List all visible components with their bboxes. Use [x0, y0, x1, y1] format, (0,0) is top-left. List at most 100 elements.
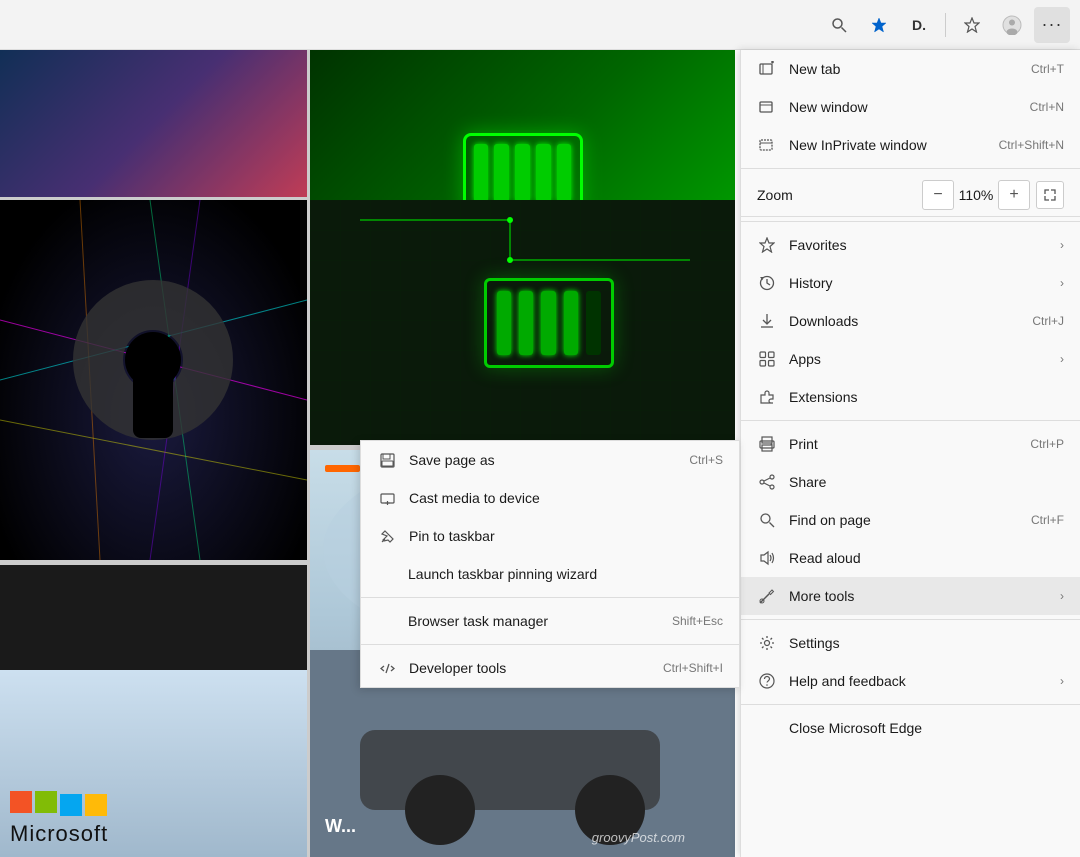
main-menu: New tab Ctrl+T New window Ctrl+N New InP… [740, 50, 1080, 857]
menu-history[interactable]: History › [741, 264, 1080, 302]
ms-yellow-square [85, 794, 107, 816]
print-label: Print [789, 436, 1030, 452]
newtab-icon [757, 59, 777, 79]
groovy-watermark: groovyPost.com [592, 830, 685, 845]
inprivate-label: New InPrivate window [789, 137, 999, 153]
history-label: History [789, 275, 1052, 291]
tile-microsoft: Microsoft [0, 670, 307, 857]
print-shortcut: Ctrl+P [1030, 437, 1064, 451]
zoom-label: Zoom [757, 187, 922, 203]
find-icon [757, 510, 777, 530]
menu-new-tab[interactable]: New tab Ctrl+T [741, 50, 1080, 88]
dev-tools-shortcut: Ctrl+Shift+I [663, 661, 723, 675]
menu-apps[interactable]: Apps › [741, 340, 1080, 378]
more-tools-button[interactable]: ··· [1034, 7, 1070, 43]
browser-toolbar: D. ··· [0, 0, 1080, 50]
submenu-task-manager[interactable]: Browser task manager Shift+Esc [361, 602, 739, 640]
more-tools-chevron: › [1060, 589, 1064, 603]
submenu-cast[interactable]: Cast media to device [361, 479, 739, 517]
downloads-icon [757, 311, 777, 331]
cast-icon [377, 488, 397, 508]
toolbar-divider [945, 13, 946, 37]
zoom-expand-button[interactable] [1036, 181, 1064, 209]
tile-howto: HOW-TO How to Check the Battery Percenta… [310, 200, 735, 445]
profile-button[interactable] [994, 7, 1030, 43]
close-edge-label: Close Microsoft Edge [789, 720, 1064, 736]
collections-button[interactable]: D. [901, 7, 937, 43]
share-icon [757, 472, 777, 492]
tile-keyhole [0, 200, 307, 560]
menu-downloads[interactable]: Downloads Ctrl+J [741, 302, 1080, 340]
new-window-shortcut: Ctrl+N [1030, 100, 1064, 114]
more-tools-submenu: Save page as Ctrl+S Cast media to device… [360, 440, 740, 688]
menu-divider-3 [741, 420, 1080, 421]
inprivate-shortcut: Ctrl+Shift+N [999, 138, 1064, 152]
menu-settings[interactable]: Settings [741, 624, 1080, 662]
submenu-launch-wizard[interactable]: Launch taskbar pinning wizard [361, 555, 739, 593]
pin-icon [377, 526, 397, 546]
menu-close-edge[interactable]: Close Microsoft Edge [741, 709, 1080, 747]
dev-tools-label: Developer tools [409, 660, 663, 676]
apps-icon [757, 349, 777, 369]
favorites-chevron: › [1060, 238, 1064, 252]
share-label: Share [789, 474, 1064, 490]
launch-wizard-label: Launch taskbar pinning wizard [408, 566, 723, 582]
menu-new-window[interactable]: New window Ctrl+N [741, 88, 1080, 126]
pin-taskbar-label: Pin to taskbar [409, 528, 723, 544]
task-manager-shortcut: Shift+Esc [672, 614, 723, 628]
ms-green-square [35, 791, 57, 813]
save-page-label: Save page as [409, 452, 689, 468]
cast-label: Cast media to device [409, 490, 723, 506]
extensions-icon [757, 387, 777, 407]
menu-divider-2 [741, 221, 1080, 222]
menu-share[interactable]: Share [741, 463, 1080, 501]
new-window-label: New window [789, 99, 1030, 115]
menu-divider-4 [741, 619, 1080, 620]
save-page-shortcut: Ctrl+S [689, 453, 723, 467]
microsoft-logo [10, 791, 297, 816]
more-tools-label: More tools [789, 588, 1052, 604]
favorites-label: Favorites [789, 237, 1052, 253]
ms-red-square [10, 791, 32, 813]
settings-icon [757, 633, 777, 653]
menu-help[interactable]: Help and feedback › [741, 662, 1080, 700]
settings-label: Settings [789, 635, 1064, 651]
help-chevron: › [1060, 674, 1064, 688]
history-icon [757, 273, 777, 293]
newwindow-icon [757, 97, 777, 117]
devtools-icon [377, 658, 397, 678]
microsoft-label: Microsoft [10, 821, 297, 847]
apps-label: Apps [789, 351, 1052, 367]
apps-chevron: › [1060, 352, 1064, 366]
zoom-minus-button[interactable]: − [922, 180, 954, 210]
tile-dark [0, 50, 307, 197]
menu-read-aloud[interactable]: Read aloud [741, 539, 1080, 577]
inprivate-icon [757, 135, 777, 155]
task-manager-label: Browser task manager [408, 613, 672, 629]
toolbar-right: D. ··· [821, 7, 1070, 43]
favorites-icon [757, 235, 777, 255]
menu-find-on-page[interactable]: Find on page Ctrl+F [741, 501, 1080, 539]
downloads-label: Downloads [789, 313, 1032, 329]
favorites-button[interactable] [861, 7, 897, 43]
zoom-controls: − 110% + [922, 180, 1064, 210]
menu-print[interactable]: Print Ctrl+P [741, 425, 1080, 463]
submenu-save-page[interactable]: Save page as Ctrl+S [361, 441, 739, 479]
save-page-icon [377, 450, 397, 470]
menu-inprivate[interactable]: New InPrivate window Ctrl+Shift+N [741, 126, 1080, 164]
close-edge-icon [757, 718, 777, 738]
menu-extensions[interactable]: Extensions [741, 378, 1080, 416]
new-tab-label: New tab [789, 61, 1031, 77]
search-button[interactable] [821, 7, 857, 43]
print-icon [757, 434, 777, 454]
menu-more-tools[interactable]: More tools › [741, 577, 1080, 615]
zoom-plus-button[interactable]: + [998, 180, 1030, 210]
menu-favorites[interactable]: Favorites › [741, 226, 1080, 264]
help-icon [757, 671, 777, 691]
submenu-dev-tools[interactable]: Developer tools Ctrl+Shift+I [361, 649, 739, 687]
zoom-row: Zoom − 110% + [741, 173, 1080, 217]
menu-divider-1 [741, 168, 1080, 169]
help-label: Help and feedback [789, 673, 1052, 689]
favorites-star-button[interactable] [954, 7, 990, 43]
submenu-pin-taskbar[interactable]: Pin to taskbar [361, 517, 739, 555]
